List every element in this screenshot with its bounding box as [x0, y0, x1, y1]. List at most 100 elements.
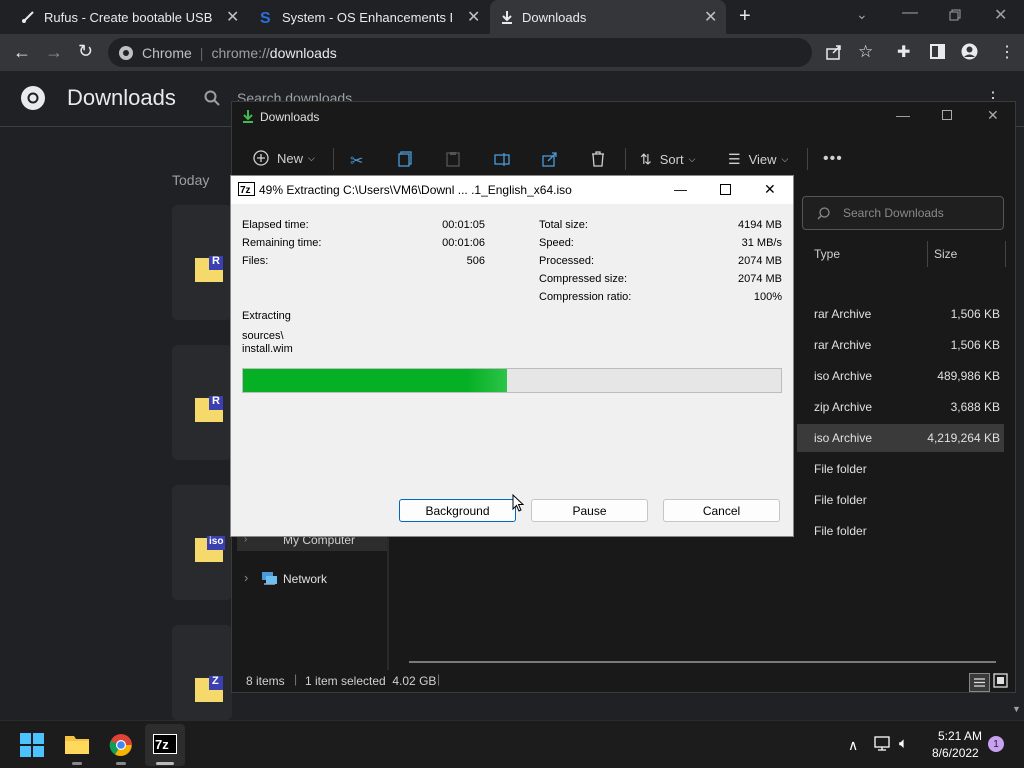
scroll-down-icon[interactable]: ▼ — [1012, 704, 1021, 714]
table-row-selected[interactable]: iso Archive 4,219,264 KB — [797, 424, 1004, 452]
table-row[interactable]: iso Archive 489,986 KB — [797, 362, 1004, 390]
table-row[interactable]: File folder — [797, 517, 1004, 545]
type-cell: iso Archive — [814, 369, 873, 383]
table-row[interactable]: zip Archive 3,688 KB — [797, 393, 1004, 421]
divider: | — [437, 672, 441, 686]
chevron-up-icon[interactable]: ∧ — [848, 737, 858, 754]
button-label: Pause — [572, 503, 607, 518]
file-explorer-icon[interactable] — [64, 733, 90, 755]
view-button[interactable]: ☰ View ⌵ — [728, 151, 788, 168]
clock-date[interactable]: 8/6/2022 — [932, 746, 979, 760]
minimize-icon[interactable]: — — [902, 4, 918, 22]
rufus-icon — [20, 9, 36, 25]
bookmark-star-icon[interactable]: ☆ — [858, 42, 873, 62]
horizontal-scrollbar[interactable] — [409, 661, 996, 663]
tab-rufus[interactable]: Rufus - Create bootable USB driv — [8, 0, 246, 34]
close-icon[interactable]: ✕ — [764, 181, 776, 198]
running-indicator — [156, 762, 174, 765]
sort-button[interactable]: ⇅ Sort ⌵ — [640, 151, 695, 168]
chevron-down-icon[interactable]: ⌄ — [856, 6, 868, 23]
close-icon[interactable]: ✕ — [704, 7, 717, 27]
notification-badge[interactable]: 1 — [988, 736, 1004, 752]
restore-icon[interactable] — [949, 9, 961, 21]
chrome-icon[interactable] — [109, 733, 133, 757]
close-icon[interactable]: ✕ — [467, 7, 480, 27]
nav-item-network[interactable]: › Network — [237, 569, 387, 589]
view-list-icon: ☰ — [728, 151, 741, 167]
pause-button[interactable]: Pause — [531, 499, 648, 522]
badge-label: R — [212, 395, 220, 407]
paste-icon[interactable] — [446, 151, 460, 167]
divider: | — [199, 44, 204, 61]
table-row[interactable]: File folder — [797, 486, 1004, 514]
network-icon — [261, 571, 278, 586]
profile-icon[interactable] — [961, 43, 978, 60]
more-options-icon[interactable]: ••• — [823, 150, 843, 168]
size-cell: 1,506 KB — [950, 338, 1000, 352]
start-icon[interactable] — [20, 733, 44, 757]
maximize-icon[interactable] — [942, 110, 952, 120]
extensions-icon[interactable]: ✚ — [897, 42, 910, 62]
back-icon[interactable]: ← — [13, 42, 31, 63]
rar-icon: R — [195, 254, 227, 282]
minimize-icon[interactable]: — — [674, 182, 687, 197]
details-view-icon[interactable] — [969, 673, 990, 692]
type-cell: iso Archive — [814, 431, 873, 445]
column-header-size[interactable]: Size — [934, 247, 957, 261]
column-header-type[interactable]: Type — [814, 247, 840, 261]
size-cell: 1,506 KB — [950, 307, 1000, 321]
network-status-icon[interactable] — [874, 736, 892, 752]
nav-label: Network — [283, 572, 328, 586]
stat-label: Elapsed time: — [242, 219, 309, 231]
maximize-icon[interactable] — [720, 184, 731, 195]
badge-label: iso — [209, 536, 224, 547]
minimize-icon[interactable]: — — [896, 107, 910, 123]
background-button[interactable]: Background — [399, 499, 516, 522]
table-row[interactable]: File folder — [797, 455, 1004, 483]
reload-icon[interactable]: ↻ — [78, 41, 93, 62]
svg-text:7z: 7z — [155, 737, 169, 752]
type-cell: File folder — [814, 462, 867, 476]
button-label: Cancel — [702, 503, 741, 518]
menu-kebab-icon[interactable]: ⋮ — [999, 42, 1015, 62]
iso-icon: iso — [195, 534, 227, 562]
share-icon[interactable] — [542, 151, 558, 167]
tiles-view-icon[interactable] — [993, 673, 1008, 688]
close-icon[interactable]: ✕ — [226, 7, 239, 27]
delete-icon[interactable] — [591, 151, 605, 167]
7zip-icon: 7z — [238, 182, 255, 196]
7zip-icon[interactable]: 7z — [153, 734, 177, 754]
operation-label: Extracting — [242, 310, 291, 322]
search-icon[interactable] — [204, 90, 220, 106]
search-downloads-field[interactable]: Search Downloads — [802, 196, 1004, 230]
copy-icon[interactable] — [398, 151, 412, 167]
close-icon[interactable]: ✕ — [987, 107, 999, 124]
tab-title: Downloads — [522, 9, 587, 25]
close-window-icon[interactable]: ✕ — [994, 5, 1007, 25]
tab-downloads[interactable]: Downloads — [490, 0, 726, 34]
download-card[interactable] — [172, 625, 232, 720]
new-label: New — [277, 150, 304, 166]
table-row[interactable]: rar Archive 1,506 KB — [797, 300, 1004, 328]
button-label: Background — [425, 503, 490, 518]
table-row[interactable]: rar Archive 1,506 KB — [797, 331, 1004, 359]
cancel-button[interactable]: Cancel — [663, 499, 780, 522]
side-panel-icon[interactable] — [930, 44, 945, 59]
forward-icon[interactable]: → — [45, 42, 63, 63]
volume-icon[interactable]: 🔈︎ — [899, 735, 908, 752]
tab-softpedia[interactable]: S System - OS Enhancements Dow — [250, 0, 490, 34]
stat-value: 31 MB/s — [741, 237, 782, 249]
cut-icon[interactable]: ✂ — [350, 151, 363, 171]
address-bar[interactable]: Chrome | chrome:// downloads — [108, 38, 812, 67]
new-button[interactable]: New ⌵ — [253, 150, 315, 166]
share-icon[interactable] — [826, 44, 842, 60]
rename-icon[interactable] — [494, 151, 510, 167]
chevron-down-icon: ⌵ — [688, 154, 696, 164]
new-tab-icon[interactable]: + — [739, 5, 751, 28]
type-cell: rar Archive — [814, 338, 872, 352]
toolbar-divider — [333, 148, 334, 170]
chevron-down-icon: ⌵ — [308, 152, 315, 163]
stat-value: 00:01:06 — [442, 237, 485, 249]
download-icon — [241, 109, 255, 123]
clock-time[interactable]: 5:21 AM — [938, 729, 982, 743]
